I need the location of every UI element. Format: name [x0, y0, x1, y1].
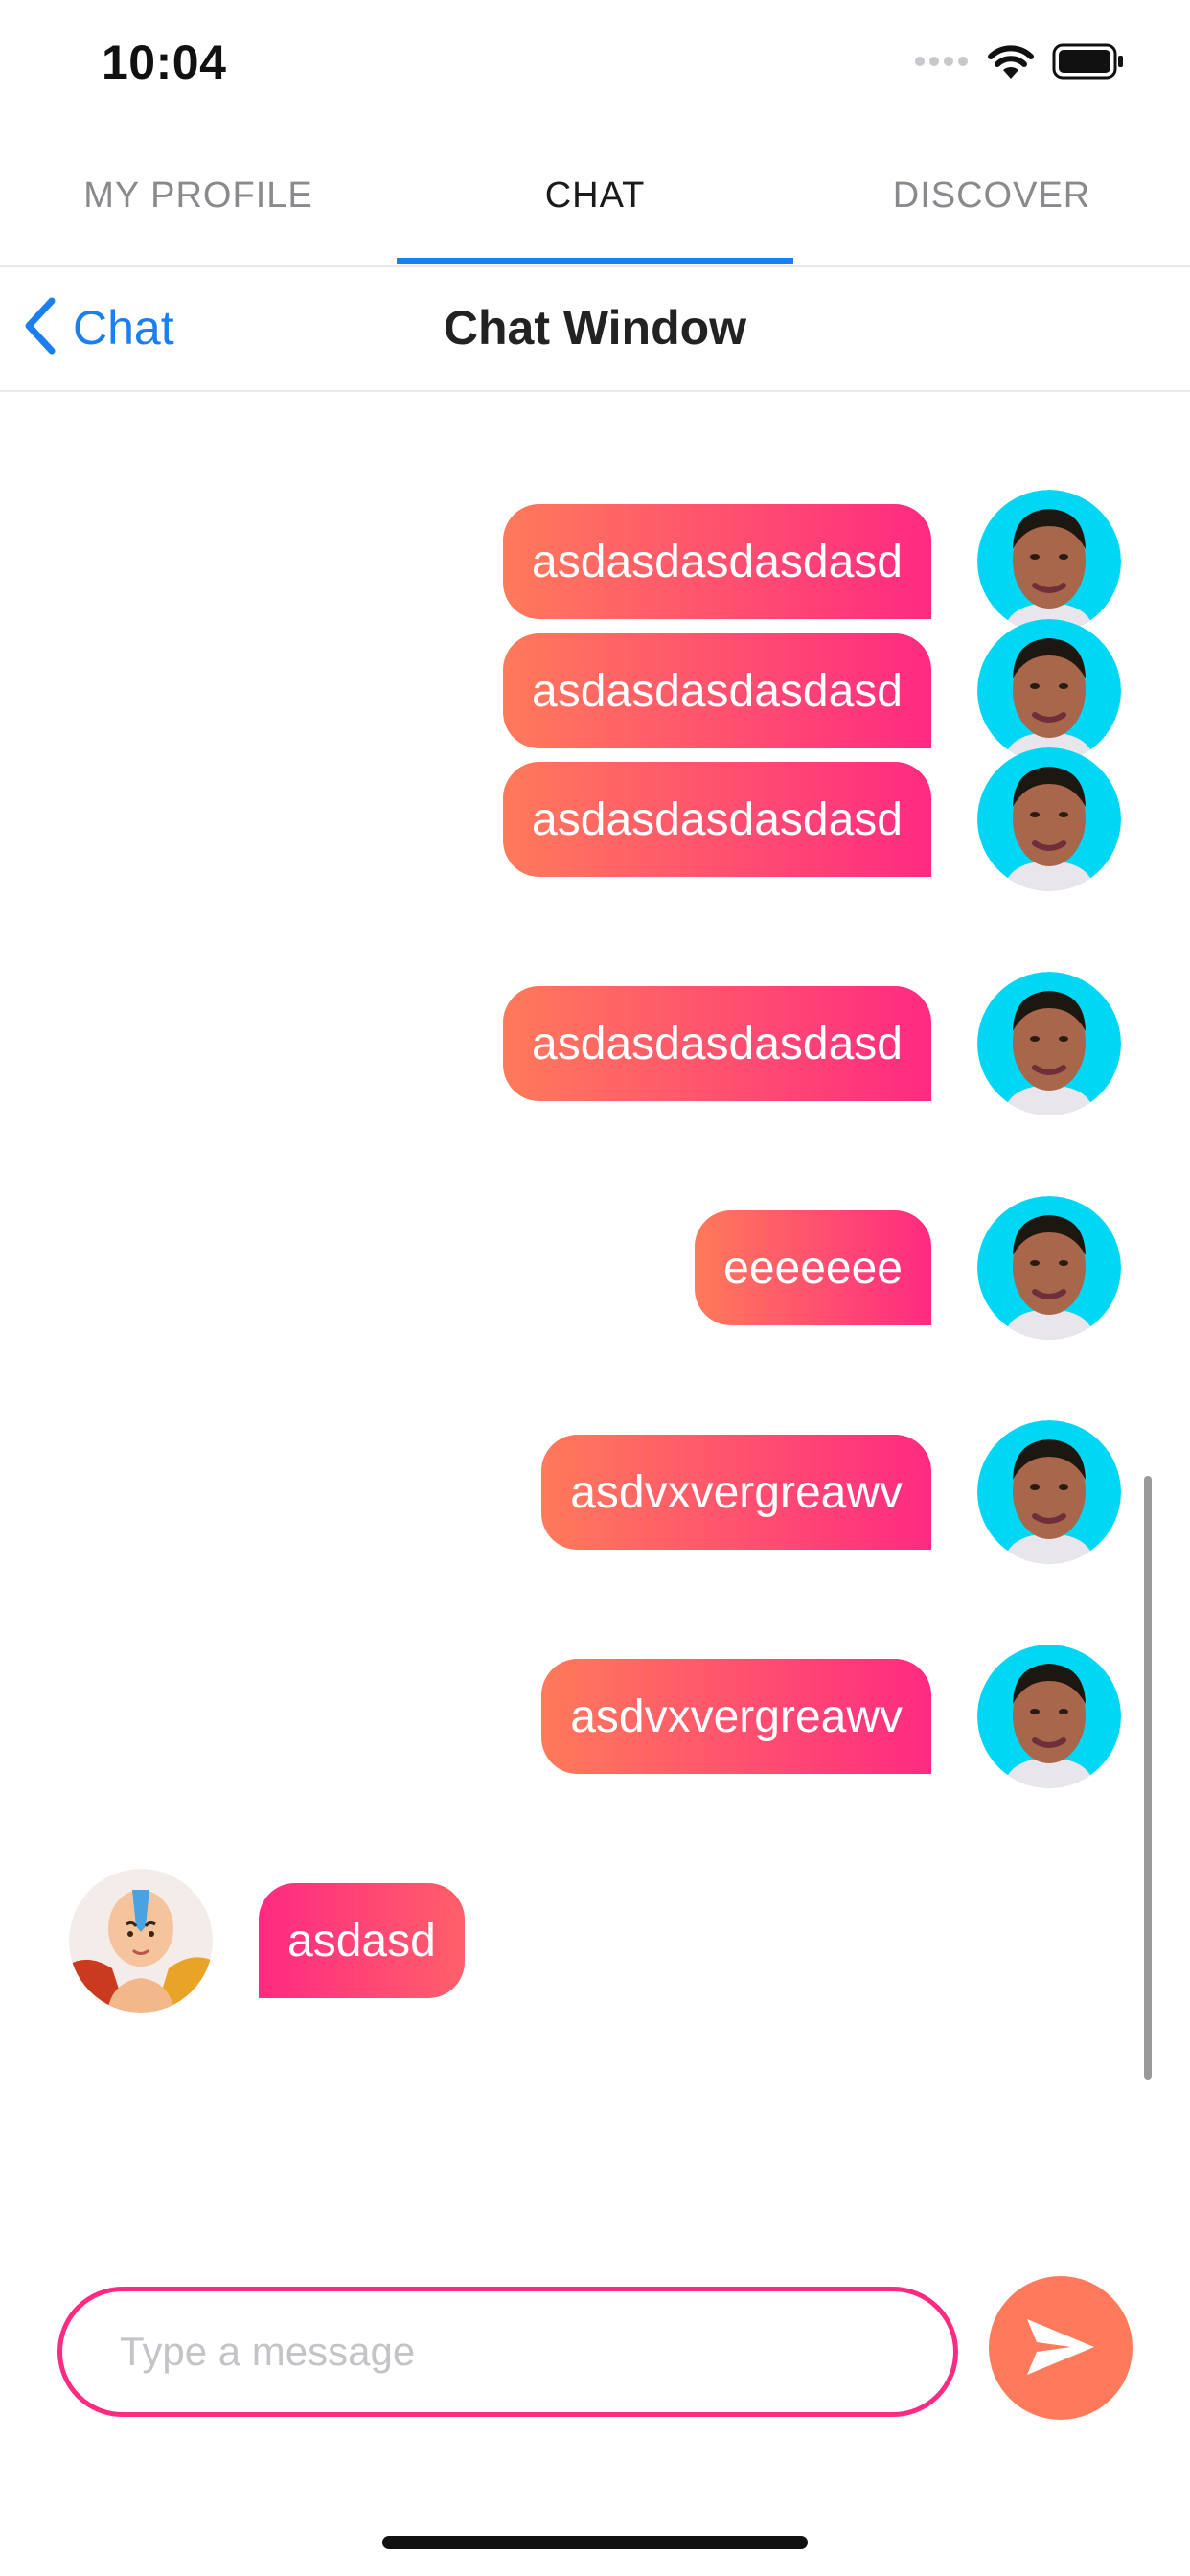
message-bubble-outgoing[interactable]: asdasdasdasdasd	[503, 762, 931, 877]
status-icons	[914, 43, 1125, 84]
avatar-me[interactable]	[977, 1644, 1121, 1788]
status-time: 10:04	[102, 35, 227, 89]
message-row-outgoing: asdvxvergreawv	[0, 1643, 1190, 1788]
avatar-me[interactable]	[977, 748, 1121, 891]
tab-discover[interactable]: DISCOVER	[793, 126, 1190, 265]
scroll-indicator[interactable]	[1144, 1476, 1152, 2080]
avatar-me[interactable]	[977, 1420, 1121, 1564]
avatar-contact[interactable]	[69, 1869, 213, 2012]
status-bar: 10:04	[0, 0, 1190, 126]
message-bubble-outgoing[interactable]: asdasdasdasdasd	[503, 504, 931, 619]
tab-chat[interactable]: CHAT	[397, 126, 793, 265]
avatar-me[interactable]	[977, 619, 1121, 763]
message-row-outgoing: asdasdasdasdasd	[0, 488, 1190, 633]
active-tab-indicator	[397, 258, 793, 264]
message-input[interactable]	[57, 2287, 958, 2417]
navigation-bar: Chat Chat Window	[0, 267, 1190, 392]
top-tab-bar: MY PROFILE CHAT DISCOVER	[0, 126, 1190, 267]
message-row-outgoing: asdasdasdasdasd	[0, 746, 1190, 891]
message-row-outgoing: asdasdasdasdasd	[0, 970, 1190, 1116]
avatar-me[interactable]	[977, 972, 1121, 1116]
message-bubble-outgoing[interactable]: eeeeeee	[695, 1210, 931, 1325]
message-row-outgoing: asdasdasdasdasd	[0, 617, 1190, 763]
message-bubble-outgoing[interactable]: asdasdasdasdasd	[503, 633, 931, 748]
tab-my-profile[interactable]: MY PROFILE	[0, 126, 397, 265]
page-title: Chat Window	[443, 301, 747, 355]
avatar-me[interactable]	[977, 490, 1121, 633]
message-bubble-outgoing[interactable]: asdasdasdasdasd	[503, 986, 931, 1101]
message-row-outgoing: asdvxvergreawv	[0, 1418, 1190, 1564]
home-indicator[interactable]	[382, 2536, 808, 2549]
message-bubble-outgoing[interactable]: asdvxvergreawv	[541, 1435, 931, 1550]
battery-icon	[1052, 43, 1125, 84]
message-row-outgoing: eeeeeee	[0, 1194, 1190, 1340]
send-button[interactable]	[989, 2276, 1133, 2420]
wifi-icon	[987, 43, 1035, 84]
message-bubble-incoming[interactable]: asdasd	[259, 1883, 465, 1998]
message-list[interactable]: asdasdasdasdasd asdasdasdasdasd asdasdas…	[0, 392, 1190, 2222]
message-bubble-outgoing[interactable]: asdvxvergreawv	[541, 1659, 931, 1774]
message-row-incoming: asdasd	[0, 1867, 1190, 2012]
cellular-signal-icon	[914, 55, 970, 72]
avatar-me[interactable]	[977, 1196, 1121, 1340]
send-icon	[1023, 2315, 1098, 2381]
